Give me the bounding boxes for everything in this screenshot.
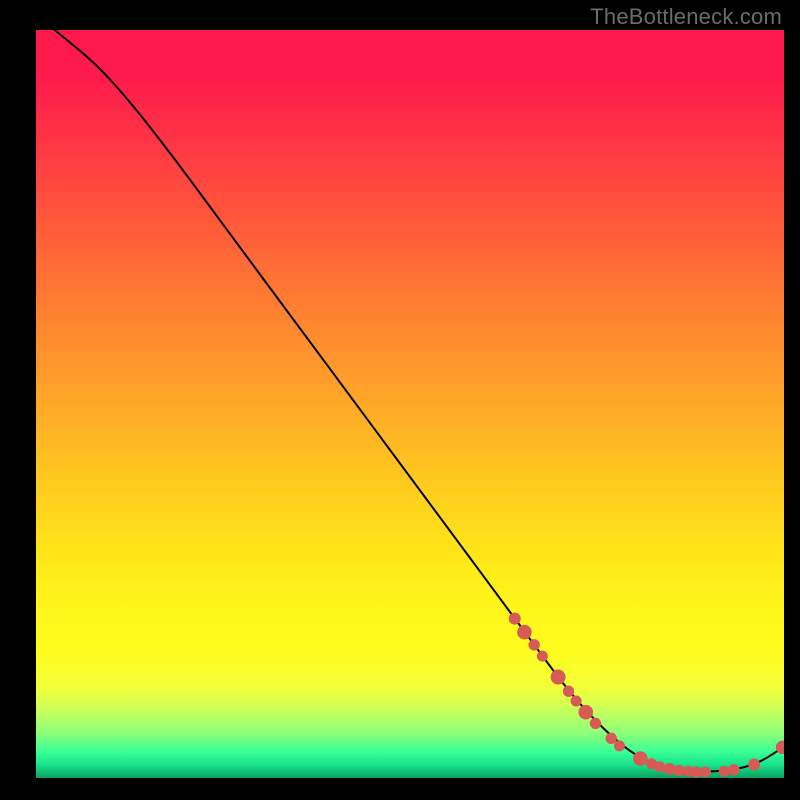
data-point bbox=[529, 640, 539, 650]
data-point bbox=[571, 696, 581, 706]
data-point bbox=[634, 752, 648, 766]
data-point bbox=[700, 767, 710, 777]
data-point bbox=[719, 766, 729, 776]
data-point bbox=[729, 765, 739, 775]
data-point bbox=[606, 733, 616, 743]
chart-plot-area bbox=[36, 30, 784, 778]
data-point bbox=[776, 741, 784, 753]
watermark-text: TheBottleneck.com bbox=[590, 4, 782, 30]
chart-curve bbox=[55, 30, 784, 772]
data-point bbox=[563, 686, 573, 696]
data-point bbox=[518, 625, 532, 639]
data-point bbox=[537, 651, 547, 661]
data-point bbox=[614, 741, 624, 751]
data-point bbox=[664, 764, 675, 775]
data-point bbox=[551, 670, 565, 684]
chart-data-points bbox=[509, 613, 784, 777]
data-point bbox=[579, 705, 593, 719]
data-point bbox=[590, 718, 600, 728]
chart-svg bbox=[36, 30, 784, 778]
data-point bbox=[655, 762, 665, 772]
data-point bbox=[749, 759, 760, 770]
data-point bbox=[509, 613, 520, 624]
